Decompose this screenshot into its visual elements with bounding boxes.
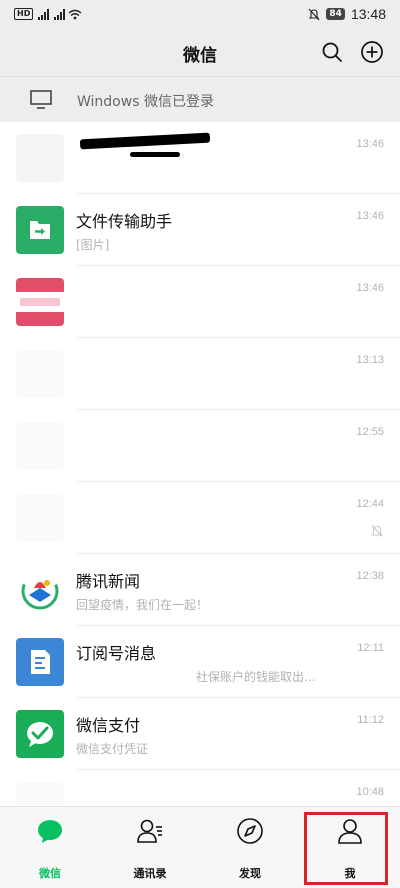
- mute-bell-icon: [309, 8, 320, 20]
- chat-name: 腾讯新闻: [76, 572, 141, 591]
- chat-item[interactable]: 13:13: [0, 338, 400, 410]
- subscription-icon: [16, 638, 64, 686]
- chat-name: 文件传输助手: [76, 212, 173, 231]
- compass-icon: [237, 818, 263, 844]
- chat-item[interactable]: 10:48: [0, 770, 400, 806]
- avatar: [16, 422, 64, 470]
- monitor-icon: [30, 90, 52, 109]
- chat-preview: [图片]: [76, 238, 110, 252]
- chat-preview: 社保账户的钱能取出...: [196, 670, 316, 684]
- bottom-tab-bar: 微信 通讯录 发现 我: [0, 806, 400, 888]
- chat-name: 订阅号消息: [76, 644, 157, 663]
- avatar: [16, 494, 64, 542]
- tencent-news-icon: [16, 566, 64, 614]
- redaction-mark: [79, 132, 211, 150]
- hd-badge: HD: [14, 8, 34, 20]
- search-icon: [322, 42, 342, 62]
- search-button[interactable]: [318, 38, 346, 66]
- chat-preview: 回望疫情，我们在一起！: [76, 598, 209, 612]
- chat-time: 12:44: [356, 498, 384, 510]
- chat-item[interactable]: 微信支付 微信支付凭证 11:12: [0, 698, 400, 770]
- tab-label: 发现: [239, 867, 261, 880]
- tab-label: 微信: [39, 867, 61, 880]
- chat-time: 13:46: [356, 138, 384, 150]
- tab-discover[interactable]: 发现: [200, 807, 300, 888]
- chat-item[interactable]: 文件传输助手 [图片] 13:46: [0, 194, 400, 266]
- chat-time: 13:13: [356, 354, 384, 366]
- tab-label: 通讯录: [133, 867, 167, 880]
- chat-item[interactable]: 订阅号消息 社保账户的钱能取出... 12:11: [0, 626, 400, 698]
- chat-time: 13:46: [356, 282, 384, 294]
- chat-preview: 微信支付凭证: [76, 742, 149, 756]
- wechat-pay-icon: [16, 710, 64, 758]
- avatar: [16, 782, 64, 806]
- chat-item[interactable]: 12:44: [0, 482, 400, 554]
- chat-item[interactable]: 腾讯新闻 回望疫情，我们在一起！ 12:38: [0, 554, 400, 626]
- signal-icon: [38, 8, 50, 20]
- avatar: [16, 350, 64, 398]
- person-icon: [338, 819, 362, 844]
- battery-indicator: 84: [326, 8, 345, 20]
- add-button[interactable]: [358, 38, 386, 66]
- file-transfer-icon: [16, 206, 64, 254]
- app-header: 微信: [0, 28, 400, 76]
- mute-bell-icon: [371, 525, 383, 537]
- chat-list: 13:46 文件传输助手 [图片] 13:46 13:46 13:13 12:5…: [0, 122, 400, 806]
- chat-name: 微信支付: [76, 716, 141, 735]
- tab-chats[interactable]: 微信: [0, 807, 100, 888]
- chat-time: 12:38: [356, 570, 384, 582]
- chat-time: 11:12: [357, 714, 384, 726]
- contacts-icon: [137, 819, 162, 843]
- tab-label: 我: [344, 867, 356, 880]
- chat-time: 12:55: [356, 426, 384, 438]
- status-bar: HD 84 13:48: [0, 0, 400, 28]
- signal-icon: [54, 8, 66, 20]
- pc-login-banner[interactable]: Windows 微信已登录: [0, 76, 400, 122]
- tab-me[interactable]: 我: [300, 807, 400, 888]
- chat-item[interactable]: 13:46: [0, 122, 400, 194]
- avatar: [16, 134, 64, 182]
- avatar: [16, 278, 64, 326]
- wifi-icon: [68, 9, 82, 19]
- chat-time: 10:48: [356, 786, 384, 798]
- chat-item[interactable]: 12:55: [0, 410, 400, 482]
- pc-login-text: Windows 微信已登录: [77, 94, 214, 110]
- redaction-mark: [130, 152, 180, 157]
- network-indicators: HD: [14, 8, 82, 20]
- chat-time: 13:46: [356, 210, 384, 222]
- status-time: 13:48: [350, 6, 386, 22]
- plus-circle-icon: [361, 41, 383, 63]
- chat-item[interactable]: 13:46: [0, 266, 400, 338]
- tab-contacts[interactable]: 通讯录: [100, 807, 200, 888]
- chat-time: 12:11: [357, 642, 384, 654]
- chat-bubble-icon: [38, 820, 62, 843]
